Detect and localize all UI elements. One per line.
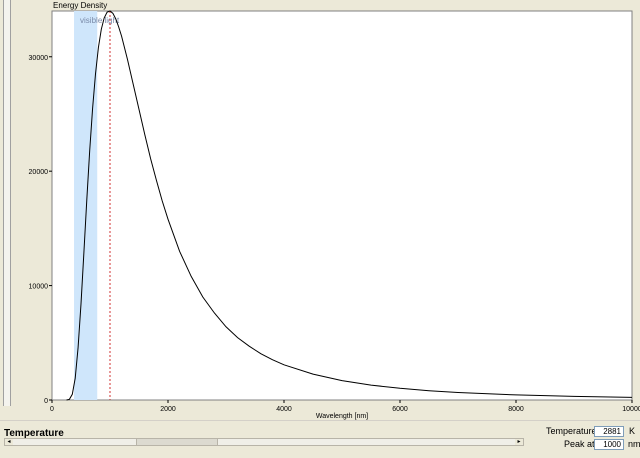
x-tick-label: 4000 — [276, 406, 292, 413]
visible-light-band — [74, 11, 98, 400]
y-tick-label: 0 — [44, 398, 48, 405]
peak-input[interactable] — [594, 439, 624, 450]
y-tick-label: 10000 — [29, 284, 49, 291]
temperature-slider[interactable]: ◂ ▸ — [4, 438, 524, 446]
x-tick-label: 6000 — [392, 406, 408, 413]
temperature-unit: K — [629, 426, 636, 436]
visible-light-label: visible light — [80, 16, 120, 25]
x-axis-label: Wavelength [nm] — [316, 413, 368, 420]
slider-thumb[interactable] — [135, 439, 218, 445]
x-tick-label: 2000 — [160, 406, 176, 413]
slider-left-arrow-icon[interactable]: ◂ — [5, 439, 13, 445]
plot-panel: visible light 0 2000 4000 6000 8000 10000 0 100… — [0, 0, 640, 420]
slider-right-arrow-icon[interactable]: ▸ — [515, 439, 523, 445]
x-tick-label: 10000 — [622, 406, 640, 413]
peak-field-row: Peak at nm — [564, 439, 640, 451]
y-tick-label: 20000 — [29, 169, 49, 176]
plot-area — [51, 10, 633, 401]
temperature-field-row: Temperature K — [546, 426, 640, 438]
temperature-input[interactable] — [594, 426, 624, 437]
y-axis-label: Energy Density — [53, 1, 107, 10]
x-tick-label: 0 — [50, 406, 54, 413]
peak-unit: nm — [628, 439, 640, 449]
temperature-label: Temperature — [546, 426, 597, 436]
peak-label: Peak at — [564, 439, 595, 449]
x-tick-label: 8000 — [508, 406, 524, 413]
y-tick-label: 30000 — [29, 55, 49, 62]
energy-density-chart: visible light 0 2000 4000 6000 8000 10000 0 100… — [29, 1, 640, 420]
